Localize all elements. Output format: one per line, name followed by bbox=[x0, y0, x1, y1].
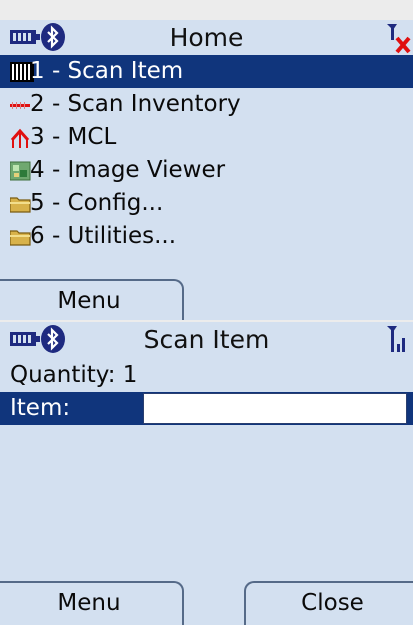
title-bar: Scan Item bbox=[0, 322, 413, 357]
antenna-no-signal-icon bbox=[387, 24, 411, 54]
quantity-label: Quantity: 1 bbox=[10, 362, 138, 388]
menu-softkey[interactable]: Menu bbox=[0, 581, 184, 625]
menu-item-label: 3 - MCL bbox=[30, 124, 117, 150]
page-title: Scan Item bbox=[143, 325, 270, 354]
close-softkey[interactable]: Close bbox=[244, 581, 413, 625]
item-input[interactable] bbox=[143, 393, 407, 424]
menu-item-mcl[interactable]: 3 - MCL bbox=[0, 121, 413, 154]
antenna-signal-icon bbox=[387, 326, 405, 352]
menu-item-label: 5 - Config... bbox=[30, 190, 164, 216]
scan-item-screen: Scan Item Quantity: 1 Item: Menu Close bbox=[0, 322, 413, 625]
title-bar: Home bbox=[0, 20, 413, 55]
menu-item-image-viewer[interactable]: 4 - Image Viewer bbox=[0, 154, 413, 187]
menu-item-label: 1 - Scan Item bbox=[30, 58, 184, 84]
item-field-row: Item: bbox=[0, 392, 413, 425]
page-title: Home bbox=[169, 23, 244, 52]
item-label: Item: bbox=[10, 395, 71, 421]
menu-item-label: 2 - Scan Inventory bbox=[30, 91, 241, 117]
menu-item-label: 6 - Utilities... bbox=[30, 223, 177, 249]
menu-item-label: 4 - Image Viewer bbox=[30, 157, 226, 183]
menu-item-config[interactable]: 5 - Config... bbox=[0, 187, 413, 220]
menu-softkey[interactable]: Menu bbox=[0, 279, 184, 320]
menu-item-utilities[interactable]: 6 - Utilities... bbox=[0, 220, 413, 253]
menu-item-scan-item[interactable]: 1 - Scan Item bbox=[0, 55, 413, 88]
menu-item-scan-inventory[interactable]: 2 - Scan Inventory bbox=[0, 88, 413, 121]
home-screen: Home 1 - Scan Item 2 - Scan Inventory 3 … bbox=[0, 20, 413, 320]
